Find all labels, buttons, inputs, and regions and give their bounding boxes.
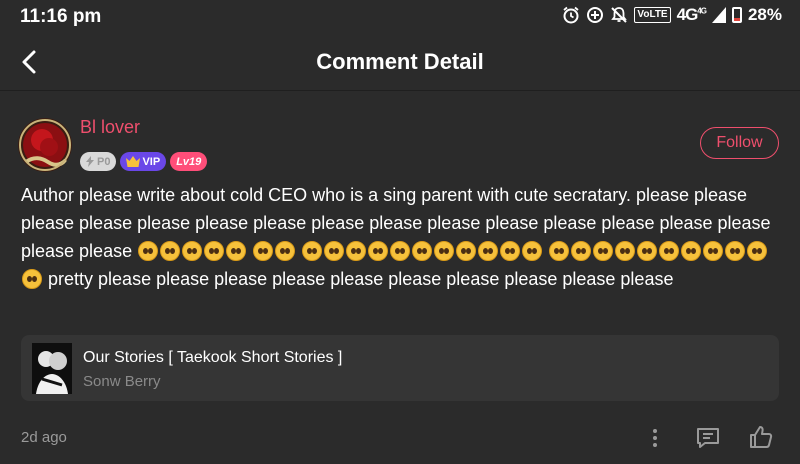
battery-percent: 28% (747, 5, 782, 24)
pleading-face-emoji-icon (226, 241, 247, 261)
pleading-face-emoji-icon (549, 241, 570, 261)
avatar[interactable] (18, 118, 72, 172)
pleading-face-emoji-icon (160, 241, 181, 261)
like-thumbs-up-icon[interactable] (747, 423, 775, 451)
pleading-face-emoji-icon (456, 241, 477, 261)
comment-timestamp: 2d ago (21, 429, 67, 446)
more-options-icon[interactable] (645, 424, 665, 452)
status-bar: 11:16 pm VoLTE 4G4G 28% (0, 0, 800, 34)
pleading-face-emoji-icon (275, 241, 296, 261)
pleading-face-emoji-icon (390, 241, 411, 261)
pleading-face-emoji-icon (615, 241, 636, 261)
pleading-face-emoji-icon (681, 241, 702, 261)
pleading-face-emoji-icon (434, 241, 455, 261)
badge-vip-label: VIP (142, 155, 161, 168)
signal-icon (711, 7, 726, 23)
pleading-face-emoji-icon (703, 241, 724, 261)
data-saver-icon (587, 7, 604, 23)
alarm-icon (563, 6, 579, 24)
network-label: 4G (676, 5, 699, 24)
pleading-face-emoji-icon (522, 241, 543, 261)
pleading-face-emoji-icon (478, 241, 499, 261)
volte-indicator: VoLTE (634, 7, 671, 23)
mute-icon (611, 7, 628, 23)
network-small-label: 4G (697, 6, 707, 16)
pleading-face-emoji-icon (253, 241, 274, 261)
emoji-group (252, 241, 296, 261)
status-time: 11:16 pm (20, 6, 102, 27)
pleading-face-emoji-icon (22, 269, 42, 289)
app-header: Comment Detail (0, 34, 800, 91)
badge-vip: VIP (120, 152, 167, 171)
pleading-face-emoji-icon (346, 241, 367, 261)
story-title: Our Stories [ Taekook Short Stories ] (83, 349, 343, 366)
pleading-face-emoji-icon (204, 241, 225, 261)
pleading-face-emoji-icon (747, 241, 768, 261)
emoji-group (137, 241, 247, 261)
pleading-face-emoji-icon (571, 241, 592, 261)
pleading-face-emoji-icon (637, 241, 658, 261)
pleading-face-emoji-icon (412, 241, 433, 261)
story-author: Sonw Berry (83, 373, 161, 390)
pleading-face-emoji-icon (324, 241, 345, 261)
comment-text: Author please write about cold CEO who i… (21, 181, 781, 293)
username[interactable]: Bl lover (80, 117, 140, 138)
pleading-face-emoji-icon (302, 241, 323, 261)
battery-icon (731, 7, 742, 23)
story-cover-image (32, 343, 72, 394)
follow-button[interactable]: Follow (700, 127, 779, 159)
badge-p0: P0 (80, 152, 117, 171)
network-type: 4G4G (676, 5, 707, 25)
badge-level: Lv19 (170, 152, 208, 171)
crown-icon (126, 156, 141, 167)
status-icons: VoLTE 4G4G 28% (562, 5, 782, 25)
user-badges: P0 VIP Lv19 (80, 152, 208, 171)
emoji-group (301, 241, 543, 261)
pleading-face-emoji-icon (659, 241, 680, 261)
pleading-face-emoji-icon (500, 241, 521, 261)
page-title: Comment Detail (316, 49, 484, 74)
pleading-face-emoji-icon (182, 241, 203, 261)
lightning-icon (86, 156, 94, 167)
reply-icon[interactable] (694, 424, 722, 452)
pleading-face-emoji-icon (725, 241, 746, 261)
comment-text-part2: pretty please please please please pleas… (48, 269, 674, 289)
badge-p0-label: P0 (97, 155, 111, 168)
pleading-face-emoji-icon (593, 241, 614, 261)
pleading-face-emoji-icon (368, 241, 389, 261)
pleading-face-emoji-icon (138, 241, 159, 261)
story-card[interactable]: Our Stories [ Taekook Short Stories ] So… (21, 335, 779, 401)
